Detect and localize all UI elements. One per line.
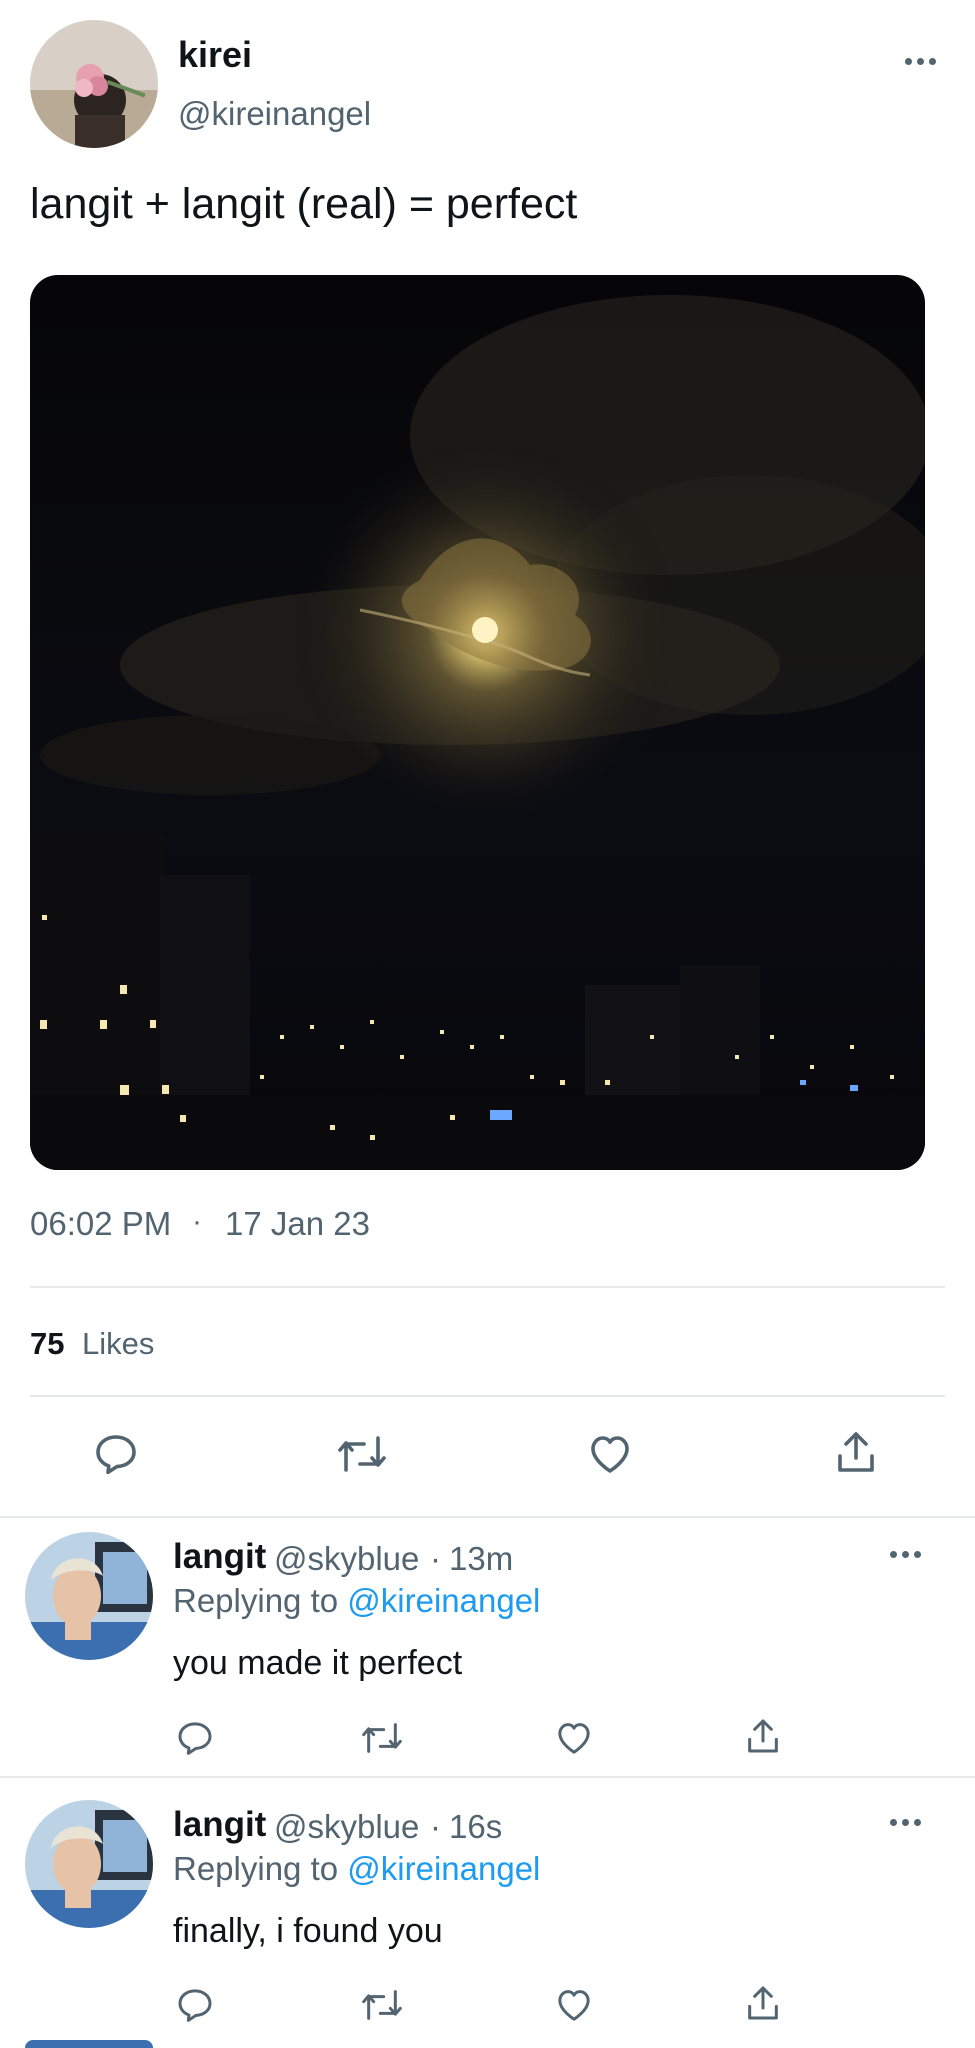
reply-dot: · (430, 1808, 441, 1845)
reply-avatar[interactable] (25, 1800, 153, 1928)
tweet-time[interactable]: 06:02 PM (30, 1205, 171, 1243)
reply-author-handle[interactable]: @skyblue (274, 1808, 419, 1846)
more-options-icon[interactable] (890, 1551, 921, 1558)
reply-author-name[interactable]: langit (173, 1805, 266, 1845)
more-options-icon[interactable] (905, 58, 936, 65)
author-avatar[interactable] (30, 20, 158, 148)
next-reply-avatar-partial (25, 2040, 153, 2048)
likes-label[interactable]: Likes (82, 1326, 154, 1362)
retweet-icon[interactable] (360, 1985, 404, 2025)
reply-avatar[interactable] (25, 1532, 153, 1660)
divider (30, 1286, 945, 1288)
replying-to-label: Replying to (173, 1582, 339, 1619)
share-icon[interactable] (832, 1428, 880, 1476)
tweet-date[interactable]: 17 Jan 23 (225, 1205, 370, 1243)
like-icon[interactable] (553, 1718, 595, 1758)
divider (0, 1776, 975, 1778)
retweet-icon[interactable] (336, 1430, 388, 1478)
reply-icon[interactable] (92, 1430, 140, 1478)
replying-to-label: Replying to (173, 1850, 339, 1887)
replying-to-handle-link[interactable]: @kireinangel (347, 1582, 540, 1619)
author-display-name[interactable]: kirei (178, 34, 252, 76)
divider (30, 1395, 945, 1397)
tweet-text: langit + langit (real) = perfect (30, 180, 578, 228)
retweet-icon[interactable] (360, 1718, 404, 1758)
reply-icon[interactable] (175, 1985, 215, 2025)
replying-to: Replying to @kireinangel (173, 1850, 540, 1888)
timestamp-separator: · (192, 1205, 202, 1238)
tweet-media[interactable] (30, 275, 925, 1170)
likes-count[interactable]: 75 (30, 1326, 64, 1362)
more-options-icon[interactable] (890, 1819, 921, 1826)
share-icon[interactable] (743, 1983, 783, 2023)
replying-to-handle-link[interactable]: @kireinangel (347, 1850, 540, 1887)
like-icon[interactable] (585, 1430, 635, 1478)
author-handle[interactable]: @kireinangel (178, 95, 371, 133)
reply-time[interactable]: 13m (449, 1540, 513, 1578)
reply-dot: · (430, 1540, 441, 1577)
reply-author-name[interactable]: langit (173, 1537, 266, 1577)
like-icon[interactable] (553, 1985, 595, 2025)
reply-author-handle[interactable]: @skyblue (274, 1540, 419, 1578)
reply-time[interactable]: 16s (449, 1808, 502, 1846)
replying-to: Replying to @kireinangel (173, 1582, 540, 1620)
reply-icon[interactable] (175, 1718, 215, 1758)
share-icon[interactable] (743, 1716, 783, 1756)
divider (0, 1516, 975, 1518)
reply-text: you made it perfect (173, 1644, 463, 1682)
reply-text: finally, i found you (173, 1912, 443, 1950)
